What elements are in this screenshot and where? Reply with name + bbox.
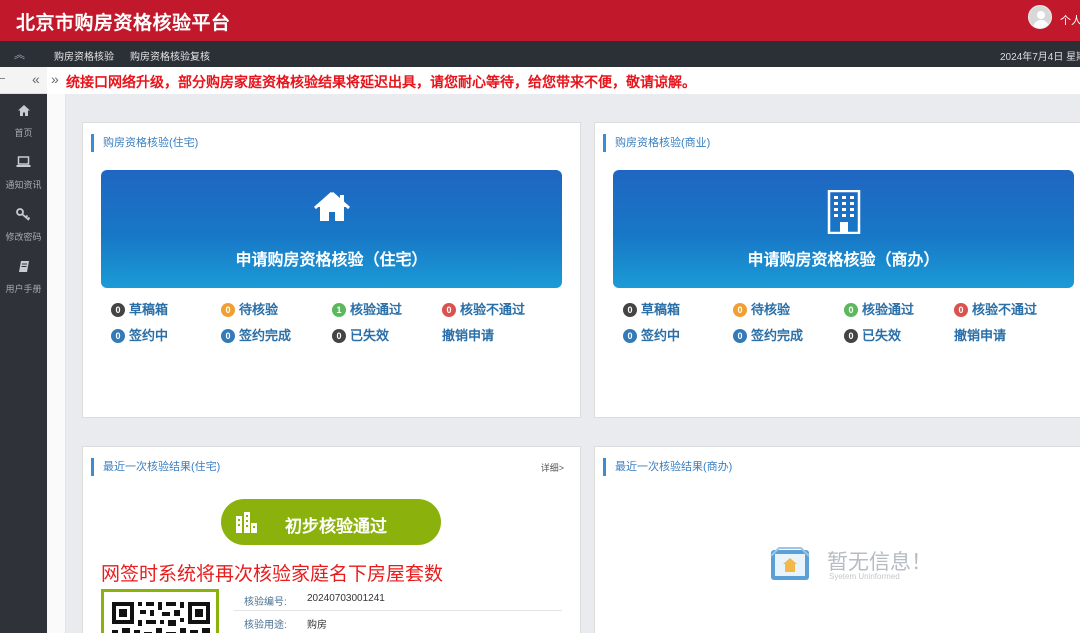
stat-item[interactable]: 0 草稿箱 <box>623 299 680 318</box>
stat-label: 核验通过 <box>862 302 915 317</box>
stat-label: 签约完成 <box>239 328 292 343</box>
sidebar-item-manual[interactable]: 用户手册 <box>0 260 47 295</box>
count-badge: 0 <box>111 329 125 343</box>
announcement-text: 统接口网络升级，部分购房家庭资格核验结果将延迟出具，请您耐心等待，给您带来不便，… <box>66 74 696 90</box>
book-icon <box>0 260 47 278</box>
nav-bar: ︽ 购房资格核验 购房资格核验复核 2024年7月4日 星期四 <box>0 41 1080 67</box>
content-left-gutter <box>47 94 66 633</box>
stat-label: 草稿箱 <box>641 302 681 317</box>
stat-item[interactable]: 0 已失效 <box>844 325 901 344</box>
stat-item[interactable]: 0 核验不通过 <box>954 299 1037 318</box>
panel-latest-commercial: 最近一次核验结果(商办) 暂无信息！ Syetem Uninformed <box>594 446 1080 633</box>
details-link[interactable]: 详细> <box>541 461 564 474</box>
count-badge: 0 <box>733 303 747 317</box>
stat-item[interactable]: 0 签约中 <box>623 325 680 344</box>
stat-label: 签约中 <box>129 328 169 343</box>
stat-item[interactable]: 0 待核验 <box>733 299 790 318</box>
collapse-sidebar-icon[interactable]: « <box>32 71 40 87</box>
stat-label: 已失效 <box>350 328 390 343</box>
count-badge: 0 <box>221 329 235 343</box>
stat-item[interactable]: 撤销申请 <box>442 325 494 344</box>
stat-item[interactable]: 0 签约完成 <box>733 325 803 344</box>
result-status-badge: 初步核验通过 <box>221 499 441 545</box>
stat-item[interactable]: 0 核验不通过 <box>442 299 525 318</box>
panel-title: 购房资格核验(住宅) <box>91 134 198 152</box>
stat-item[interactable]: 1 核验通过 <box>332 299 402 318</box>
chevron-up-icon[interactable]: ︽ <box>14 46 25 62</box>
stat-label: 待核验 <box>751 302 791 317</box>
sidebar-item-home[interactable]: 首页 <box>0 104 47 139</box>
laptop-icon <box>0 156 47 174</box>
nav-link-verification[interactable]: 购房资格核验 <box>54 48 114 63</box>
count-badge: 0 <box>623 303 637 317</box>
sidebar: « 首页 通知资讯 修改密码 用户手册 <box>0 67 47 633</box>
count-badge: 0 <box>844 329 858 343</box>
stat-label: 草稿箱 <box>129 302 169 317</box>
stat-label: 待核验 <box>239 302 279 317</box>
empty-box-icon <box>769 546 811 587</box>
key-icon <box>0 208 47 226</box>
stat-item[interactable]: 0 草稿箱 <box>111 299 168 318</box>
panel-title: 购房资格核验(商业) <box>603 134 710 152</box>
sidebar-item-news[interactable]: 通知资讯 <box>0 156 47 191</box>
count-badge: 0 <box>442 303 456 317</box>
office-building-icon <box>827 189 861 239</box>
panel-title: 最近一次核验结果(商办) <box>603 458 732 476</box>
panel-commercial: 购房资格核验(商业) 申请购房资格核验（商办） 0 草稿箱 0 待核验 0 核验通过 0 核验… <box>594 122 1080 418</box>
stat-label: 已失效 <box>862 328 902 343</box>
panel-title: 最近一次核验结果(住宅) <box>91 458 220 476</box>
double-chevron-right-icon[interactable]: » <box>51 71 59 87</box>
app-title: 北京市购房资格核验平台 <box>16 13 231 34</box>
count-badge: 0 <box>332 329 346 343</box>
count-badge: 0 <box>733 329 747 343</box>
user-avatar[interactable] <box>1028 5 1052 29</box>
verification-notice: 网签时系统将再次核验家庭名下房屋套数 <box>101 564 444 585</box>
qr-code <box>101 589 219 633</box>
top-header: 北京市购房资格核验平台 个人 <box>0 0 1080 41</box>
stat-item[interactable]: 0 签约完成 <box>221 325 291 344</box>
count-badge: 0 <box>954 303 968 317</box>
stat-label: 核验不通过 <box>460 302 526 317</box>
stat-item[interactable]: 0 核验通过 <box>844 299 914 318</box>
stat-label: 撤销申请 <box>442 328 495 343</box>
panel-residential: 购房资格核验(住宅) 申请购房资格核验（住宅） 0 草稿箱 0 待核验 1 核验通过 0 核验… <box>82 122 581 418</box>
announcement-bar: » 统接口网络升级，部分购房家庭资格核验结果将延迟出具，请您耐心等待，给您带来不… <box>47 67 1080 94</box>
home-icon <box>0 104 47 122</box>
current-date: 2024年7月4日 星期四 <box>1000 52 1080 63</box>
info-row-code: 核验编号: 20240703001241 <box>234 589 562 611</box>
stat-item[interactable]: 0 待核验 <box>221 299 278 318</box>
count-badge: 1 <box>332 303 346 317</box>
apply-commercial-button[interactable]: 申请购房资格核验（商办） <box>613 170 1074 288</box>
apply-residential-button[interactable]: 申请购房资格核验（住宅） <box>101 170 562 288</box>
sidebar-item-password[interactable]: 修改密码 <box>0 208 47 243</box>
stat-item[interactable]: 0 已失效 <box>332 325 389 344</box>
stat-label: 撤销申请 <box>954 328 1007 343</box>
result-status-text: 初步核验通过 <box>285 517 387 536</box>
stat-item[interactable]: 0 签约中 <box>111 325 168 344</box>
panel-latest-residential: 最近一次核验结果(住宅) 详细> 初步核验通过 网签时系统将再次核验家庭名下房屋… <box>82 446 581 633</box>
stat-label: 核验不通过 <box>972 302 1038 317</box>
info-row-purpose: 核验用途: 购房 <box>234 612 562 633</box>
sidebar-toggle-strip: « <box>0 67 47 94</box>
stat-item[interactable]: 撤销申请 <box>954 325 1006 344</box>
count-badge: 0 <box>111 303 125 317</box>
nav-link-review[interactable]: 购房资格核验复核 <box>130 48 210 63</box>
stat-label: 签约完成 <box>751 328 804 343</box>
stat-label: 签约中 <box>641 328 681 343</box>
user-menu-label[interactable]: 个人 <box>1060 12 1080 28</box>
empty-state: 暂无信息！ Syetem Uninformed <box>769 546 932 587</box>
house-icon <box>313 190 351 229</box>
count-badge: 0 <box>844 303 858 317</box>
count-badge: 0 <box>623 329 637 343</box>
stat-label: 核验通过 <box>350 302 403 317</box>
count-badge: 0 <box>221 303 235 317</box>
buildings-icon <box>234 510 258 539</box>
